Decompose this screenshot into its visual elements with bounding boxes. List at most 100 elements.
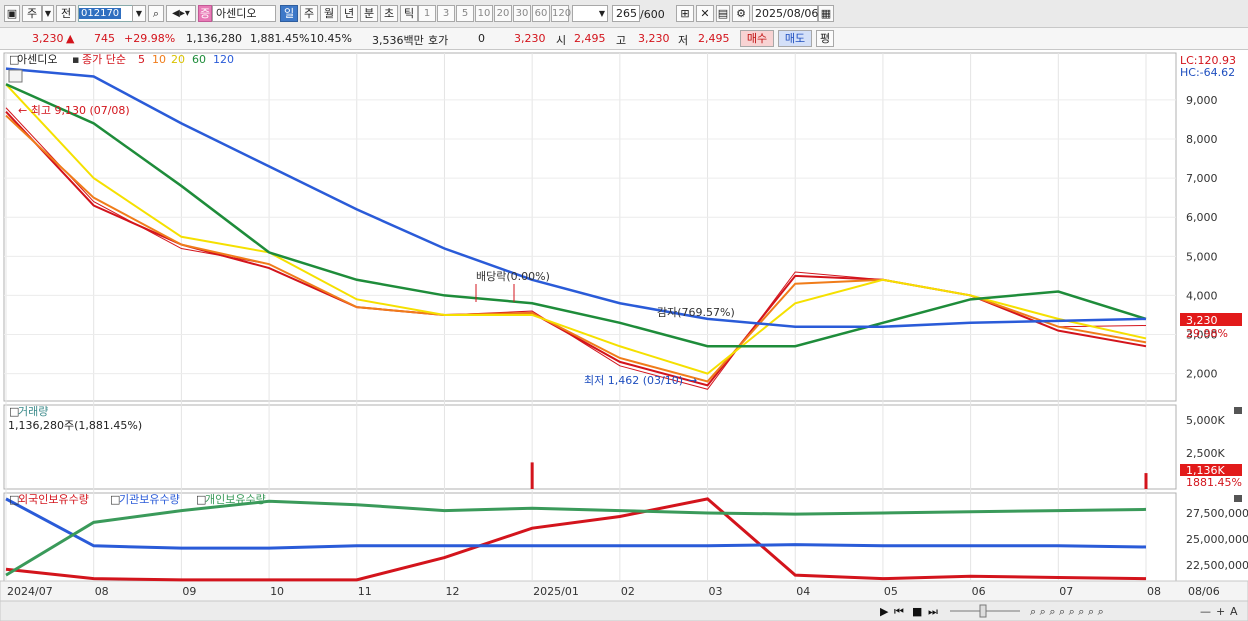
maximize-icon[interactable] — [1234, 407, 1242, 414]
interval-select[interactable]: ▼ — [572, 5, 608, 22]
xaxis-label: 2025/01 — [533, 585, 579, 598]
volume-title[interactable]: 거래량 — [18, 405, 48, 418]
chart-area[interactable]: □ 아센디오 ▪ 종가 단순 5 10 20 60 120 LC:120.93 … — [0, 50, 1248, 621]
toolbar: ▣ 주 ▼ 전 012170 ▼ ⌕ ◀▸▾ 증 아센디오 일주월년분초틱 13… — [0, 0, 1248, 28]
code-dropdown-icon[interactable]: ▼ — [132, 5, 146, 22]
search-icon[interactable]: ⌕ — [148, 5, 164, 22]
prev-tab[interactable]: 전 — [56, 5, 76, 22]
forward-icon[interactable]: ⏭ — [928, 605, 938, 618]
turnover-percent: 10.45% — [310, 32, 352, 45]
zoom-in-icon[interactable]: + — [1216, 605, 1225, 618]
stop-icon[interactable]: ■ — [912, 605, 922, 618]
interval-tab[interactable]: 20 — [494, 5, 512, 22]
interval-tab[interactable]: 5 — [456, 5, 474, 22]
table-icon[interactable] — [8, 69, 23, 83]
interval-tab[interactable]: 3 — [437, 5, 455, 22]
chevron-down-icon[interactable]: ▼ — [42, 5, 54, 22]
volume-bar — [1144, 473, 1148, 489]
scroll-right-icon[interactable]: ▶ — [880, 605, 889, 618]
holding-ytick: 27,500,000 — [1186, 507, 1248, 520]
buy-button[interactable]: 매수 — [740, 30, 774, 47]
candle-icon[interactable]: ⊞ — [676, 5, 694, 22]
stock-badge: 증 — [198, 5, 212, 22]
volume-ytick: 2,500K — [1186, 447, 1225, 460]
period-tab[interactable]: 분 — [360, 5, 378, 22]
interval-tab[interactable]: 1 — [418, 5, 436, 22]
volume-value: 1,136,280주(1,881.45%) — [8, 419, 142, 432]
price-ytick: 6,000 — [1186, 211, 1218, 224]
xaxis-label: 08 — [1147, 585, 1161, 598]
legend-institution[interactable]: 기관보유수량 — [119, 493, 180, 506]
price-ytick: 2,000 — [1186, 368, 1218, 381]
count-input[interactable]: 265 — [612, 5, 640, 22]
chevron-down-icon: ▼ — [598, 9, 605, 18]
rewind-icon[interactable]: ⏮ — [894, 605, 904, 618]
crosshair-icon[interactable]: ✕ — [696, 5, 714, 22]
xaxis-label: 12 — [445, 585, 459, 598]
calendar-icon[interactable]: ▦ — [818, 5, 834, 22]
period-tab[interactable]: 년 — [340, 5, 358, 22]
interval-tab[interactable]: 10 — [475, 5, 493, 22]
change-percent: +29.98% — [124, 32, 176, 45]
volume-bar — [530, 462, 534, 489]
stock-name[interactable]: 아센디오 — [212, 5, 276, 22]
arrow-right-icon: → — [688, 374, 697, 387]
high-value: 3,230 — [638, 32, 670, 45]
holding-ytick: 25,000,000 — [1186, 533, 1248, 546]
interval-tab[interactable]: 30 — [513, 5, 531, 22]
period-tab[interactable]: 일 — [280, 5, 298, 22]
date-input[interactable]: 2025/08/06 — [752, 5, 818, 22]
stock-label[interactable]: 아센디오 — [17, 53, 57, 66]
zoom-icons[interactable]: ⌕ ⌕ ⌕ ⌕ ⌕ ⌕ ⌕ ⌕ — [1030, 605, 1104, 618]
xaxis-label: 07 — [1059, 585, 1073, 598]
legend-individual[interactable]: 개인보유수량 — [205, 493, 266, 506]
zoom-out-icon[interactable]: — — [1200, 605, 1211, 618]
ma-60: 60 — [192, 53, 206, 66]
ma-10: 10 — [152, 53, 166, 66]
volume-pct-tag: 1881.45% — [1186, 476, 1242, 489]
ma-label[interactable]: 종가 단순 — [82, 53, 126, 66]
period-tab[interactable]: 틱 — [400, 5, 418, 22]
price-ytick: 7,000 — [1186, 172, 1218, 185]
capital-reduction-annotation: 감자(769.57%) — [657, 306, 735, 319]
legend-foreign[interactable]: 외국인보유수량 — [18, 493, 89, 506]
up-arrow-icon: ▲ — [66, 32, 75, 45]
volume-panel-frame — [3, 404, 1177, 490]
current-value: 3,230 — [514, 32, 546, 45]
zoom-handle[interactable] — [979, 604, 987, 618]
open-value: 2,495 — [574, 32, 606, 45]
price-ytick: 4,000 — [1186, 289, 1218, 302]
xaxis-label: 06 — [972, 585, 986, 598]
price-ytick: 5,000 — [1186, 250, 1218, 263]
volume-ytick: 5,000K — [1186, 414, 1225, 427]
trade-amount: 3,536백만 — [372, 34, 424, 47]
ma-legend-bullet: ▪ — [72, 53, 79, 66]
hc-label: HC:-64.62 — [1180, 66, 1235, 79]
ma-120: 120 — [213, 53, 234, 66]
period-tab[interactable]: 월 — [320, 5, 338, 22]
speaker-icon[interactable]: ◀▸▾ — [166, 5, 196, 22]
chart-svg[interactable]: □ 아센디오 ▪ 종가 단순 5 10 20 60 120 LC:120.93 … — [0, 50, 1248, 621]
window-icon[interactable]: ▣ — [4, 5, 20, 22]
period-tab[interactable]: 주 — [300, 5, 318, 22]
eval-button[interactable]: 평 — [816, 30, 834, 47]
low-label: 저 — [678, 34, 689, 47]
sell-button[interactable]: 매도 — [778, 30, 812, 47]
save-icon[interactable]: ▤ — [716, 5, 730, 22]
ma-20: 20 — [171, 53, 185, 66]
price-ytick: 8,000 — [1186, 133, 1218, 146]
market-tab[interactable]: 주 — [22, 5, 42, 22]
gear-icon[interactable]: ⚙ — [732, 5, 750, 22]
interval-tab[interactable]: 60 — [532, 5, 550, 22]
price-ytick: 9,000 — [1186, 94, 1218, 107]
font-size-icon[interactable]: A — [1230, 605, 1238, 618]
high-label: 고 — [616, 34, 627, 47]
change-amount: 745 — [94, 32, 115, 45]
holding-ytick: 22,500,000 — [1186, 559, 1248, 572]
maximize-icon[interactable] — [1234, 495, 1242, 502]
count-total: /600 — [640, 8, 665, 21]
interval-tab[interactable]: 120 — [551, 5, 571, 22]
period-tab[interactable]: 초 — [380, 5, 398, 22]
low-value: 2,495 — [698, 32, 730, 45]
price-panel-frame — [3, 52, 1177, 402]
